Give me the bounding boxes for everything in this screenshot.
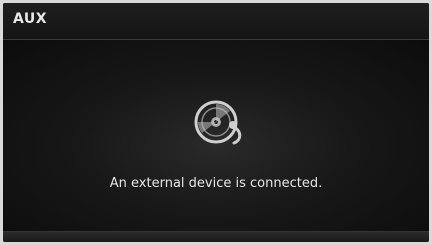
external-device-icon [190, 96, 250, 148]
aux-screen: AUX An external device is connected. [3, 3, 429, 242]
page-title: AUX [13, 11, 48, 27]
status-message: An external device is connected. [109, 176, 323, 191]
footer-bar [3, 231, 429, 242]
header-bar: AUX [3, 3, 429, 40]
main-content: An external device is connected. [3, 40, 429, 232]
